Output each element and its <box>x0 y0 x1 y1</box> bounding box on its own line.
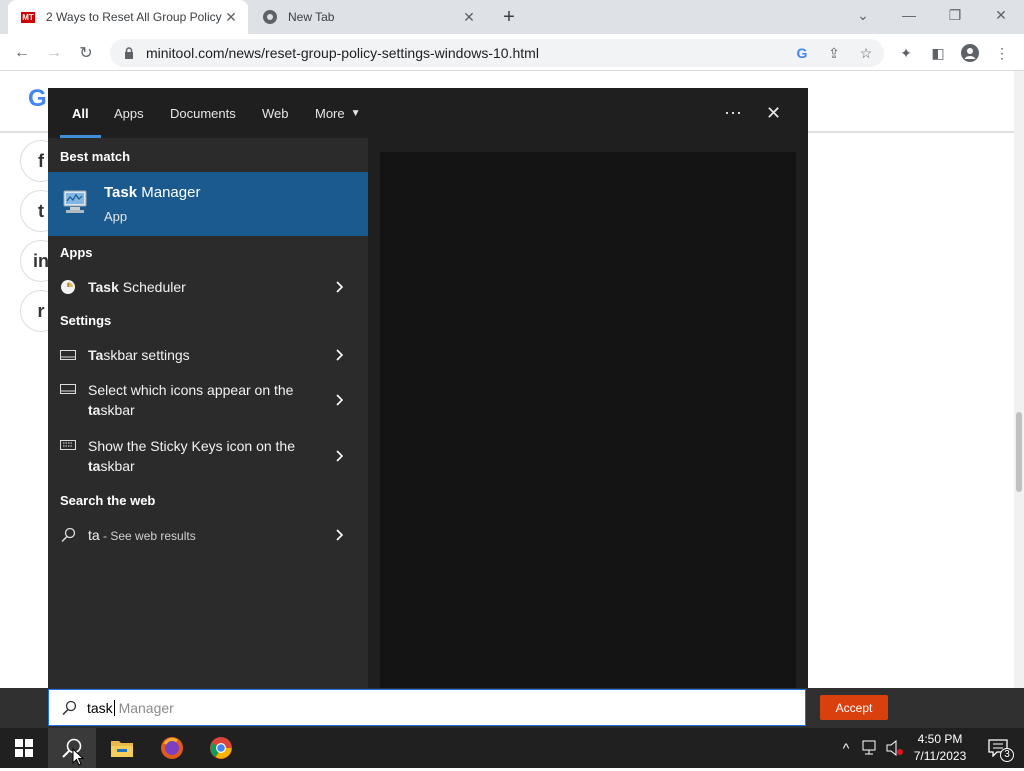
best-match-header: Best match <box>60 149 131 164</box>
minitool-favicon: MT <box>21 11 35 23</box>
close-window-button[interactable]: ✕ <box>978 0 1024 30</box>
menu-kebab-icon[interactable]: ⋮ <box>990 41 1014 65</box>
tab-apps[interactable]: Apps <box>114 88 144 138</box>
task-manager-icon <box>60 188 90 216</box>
clock-time: 4:50 PM <box>917 732 963 746</box>
search-typed-text: task <box>87 699 115 716</box>
volume-muted-icon[interactable] <box>884 728 906 768</box>
search-scope-tabs <box>48 88 808 138</box>
task-scheduler-icon <box>60 279 76 295</box>
tab-title: New Tab <box>288 10 335 24</box>
google-icon[interactable]: G <box>790 41 814 65</box>
chevron-right-icon[interactable] <box>330 394 350 406</box>
close-tab-icon[interactable]: ✕ <box>460 9 478 26</box>
result-label: Task Scheduler <box>88 279 186 295</box>
close-tab-icon[interactable]: ✕ <box>222 9 240 26</box>
best-match-subtitle: App <box>104 209 128 224</box>
profile-icon[interactable] <box>958 41 982 65</box>
back-icon[interactable]: ← <box>10 41 34 65</box>
google-logo-icon: G <box>28 85 47 112</box>
share-icon[interactable]: ⇪ <box>822 41 846 65</box>
taskbar-settings-icon <box>60 384 76 394</box>
file-explorer-icon[interactable] <box>98 728 146 768</box>
clock[interactable]: 4:50 PM 7/11/2023 <box>910 728 970 768</box>
tab-all[interactable]: All <box>72 88 89 138</box>
restore-button[interactable]: ❐ <box>932 0 978 30</box>
result-label: ta - See web results <box>88 526 196 543</box>
notification-count-badge: 3 <box>1000 748 1014 762</box>
result-sticky-keys-icon[interactable]: Show the Sticky Keys icon on the taskbar <box>48 436 368 476</box>
apps-header: Apps <box>60 245 93 260</box>
tab-minitool[interactable]: MT 2 Ways to Reset All Group Policy ✕ <box>8 0 248 34</box>
tab-more-label: More <box>315 105 345 121</box>
more-options-icon[interactable]: ⋯ <box>724 88 742 138</box>
chrome-icon[interactable] <box>197 728 245 768</box>
tab-more[interactable]: More ▼ <box>315 88 361 138</box>
scrollbar-thumb[interactable] <box>1016 412 1022 492</box>
preview-pane <box>380 152 796 688</box>
keyboard-icon <box>60 440 76 450</box>
accept-button[interactable]: Accept <box>820 695 888 720</box>
search-web-header: Search the web <box>60 493 156 508</box>
result-select-icons-taskbar[interactable]: Select which icons appear on the taskbar <box>48 380 368 420</box>
best-match-title: Task Manager <box>104 184 201 201</box>
tab-title: 2 Ways to Reset All Group Policy <box>46 10 222 24</box>
page-scrollbar[interactable] <box>1014 71 1024 688</box>
result-taskbar-settings[interactable]: Taskbar settings <box>48 342 368 368</box>
result-label: Show the Sticky Keys icon on the taskbar <box>88 438 295 474</box>
search-suggestion-text: Manager <box>114 699 174 716</box>
chevron-right-icon[interactable] <box>330 450 350 462</box>
bookmark-star-icon[interactable]: ☆ <box>854 41 878 65</box>
chevron-right-icon[interactable] <box>330 281 350 293</box>
extensions-icon[interactable]: ✦ <box>894 41 918 65</box>
result-label: Taskbar settings <box>88 347 190 363</box>
result-web-search[interactable]: ta - See web results <box>48 522 368 548</box>
settings-header: Settings <box>60 313 112 328</box>
close-search-icon[interactable]: ✕ <box>766 88 781 138</box>
clock-date: 7/11/2023 <box>913 749 967 763</box>
search-icon <box>60 527 76 543</box>
forward-icon[interactable]: → <box>42 41 66 65</box>
firefox-icon[interactable] <box>148 728 196 768</box>
show-hidden-icons[interactable]: ^ <box>836 728 856 768</box>
result-task-scheduler[interactable]: Task Scheduler <box>48 274 368 300</box>
tab-documents[interactable]: Documents <box>170 88 236 138</box>
minimize-button[interactable]: — <box>886 0 932 30</box>
taskbar-settings-icon <box>60 350 76 360</box>
lock-icon <box>122 46 136 60</box>
tab-search-icon[interactable]: ⌄ <box>840 0 886 30</box>
start-windows-icon[interactable] <box>0 728 48 768</box>
tab-web[interactable]: Web <box>262 88 289 138</box>
best-match-task-manager[interactable]: Task Manager App <box>48 172 368 236</box>
chevron-right-icon[interactable] <box>330 349 350 361</box>
tab-new-tab[interactable]: New Tab ✕ <box>250 0 486 34</box>
network-icon[interactable] <box>860 728 882 768</box>
notifications-icon[interactable]: 3 <box>978 728 1018 768</box>
search-icon <box>61 700 79 716</box>
address-bar[interactable]: minitool.com/news/reset-group-policy-set… <box>110 39 884 67</box>
chrome-icon <box>262 9 278 25</box>
chevron-right-icon[interactable] <box>330 529 350 541</box>
result-label: Select which icons appear on the taskbar <box>88 382 294 418</box>
dropdown-arrow-icon: ▼ <box>350 107 361 119</box>
url-text: minitool.com/news/reset-group-policy-set… <box>146 45 539 61</box>
reload-icon[interactable]: ↻ <box>74 41 98 65</box>
windows-search-input[interactable]: task Manager <box>48 689 806 726</box>
side-panel-icon[interactable]: ◧ <box>926 41 950 65</box>
new-tab-button[interactable]: + <box>498 6 520 28</box>
